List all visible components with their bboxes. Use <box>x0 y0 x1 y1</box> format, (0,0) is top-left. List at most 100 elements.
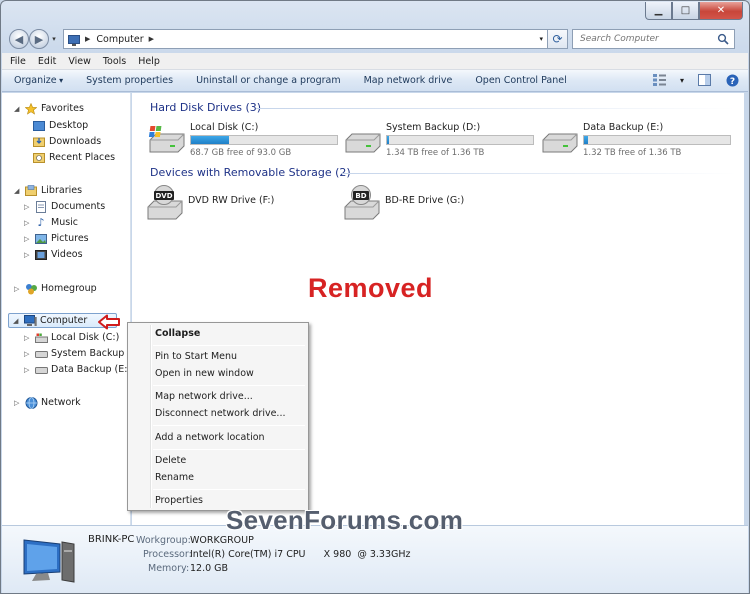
menu-view[interactable]: View <box>68 56 91 67</box>
bluray-drive-icon: BD <box>344 185 380 220</box>
tree-item-data-backup[interactable]: ▷ Data Backup (E:) <box>24 362 131 377</box>
computer-icon <box>23 539 75 583</box>
uninstall-program-button[interactable]: Uninstall or change a program <box>196 75 341 86</box>
libraries-icon <box>24 185 38 197</box>
tree-item-label: Documents <box>51 201 106 212</box>
tree-item-label: Network <box>41 397 81 408</box>
change-view-button[interactable] <box>652 73 668 87</box>
ctx-add-network-location[interactable]: Add a network location <box>155 432 265 443</box>
drive-data-backup[interactable]: Data Backup (E:) 1.32 TB free of 1.36 TB <box>541 122 731 158</box>
command-bar: Organize System properties Uninstall or … <box>2 70 748 92</box>
collapsed-arrow-icon[interactable]: ▷ <box>14 399 22 407</box>
drive-free-space: 1.32 TB free of 1.36 TB <box>583 148 682 158</box>
collapsed-arrow-icon[interactable]: ▷ <box>24 251 32 259</box>
tree-item-local-disk[interactable]: ▷ Local Disk (C:) <box>24 330 119 345</box>
explorer-window: ▁ □ ✕ ◀ ▶ ▾ ▶ Computer ▶ ▾ ⟳ File Edit V… <box>0 0 750 594</box>
address-bar[interactable]: ▶ Computer ▶ ▾ <box>63 29 548 49</box>
minimize-button[interactable]: ▁ <box>645 2 672 20</box>
open-control-panel-button[interactable]: Open Control Panel <box>475 75 566 86</box>
breadcrumb-computer[interactable]: Computer <box>96 34 143 45</box>
menu-help[interactable]: Help <box>138 56 160 67</box>
collapsed-arrow-icon[interactable]: ▷ <box>24 366 32 374</box>
search-input[interactable] <box>578 33 718 45</box>
tree-item-label: Pictures <box>51 233 89 244</box>
view-dropdown-icon[interactable]: ▾ <box>680 76 684 85</box>
svg-text:?: ? <box>729 76 734 86</box>
system-properties-button[interactable]: System properties <box>86 75 173 86</box>
menu-separator <box>153 385 305 386</box>
computer-name: BRINK-PC <box>88 534 135 545</box>
hard-disk-drives-header[interactable]: Hard Disk Drives (3) <box>150 101 261 114</box>
menu-tools[interactable]: Tools <box>103 56 126 67</box>
breadcrumb-chevron-icon[interactable]: ▶ <box>85 35 90 43</box>
ctx-open-new-window[interactable]: Open in new window <box>155 368 254 379</box>
expanded-arrow-icon[interactable]: ◢ <box>14 105 22 113</box>
ctx-map-network-drive[interactable]: Map network drive... <box>155 391 253 402</box>
tree-item-homegroup[interactable]: ▷ Homegroup <box>14 281 97 296</box>
network-icon <box>24 396 38 409</box>
tree-item-videos[interactable]: ▷ Videos <box>24 247 83 262</box>
organize-button[interactable]: Organize <box>14 75 63 86</box>
drive-dvd-rw[interactable]: DVD DVD RW Drive (F:) <box>146 185 274 221</box>
hard-drive-icon <box>345 133 381 153</box>
collapsed-arrow-icon[interactable]: ▷ <box>24 219 32 227</box>
address-dropdown-icon[interactable]: ▾ <box>539 35 543 43</box>
collapsed-arrow-icon[interactable]: ▷ <box>24 235 32 243</box>
ctx-collapse[interactable]: Collapse <box>155 328 200 339</box>
search-icon[interactable] <box>717 33 729 45</box>
ctx-properties[interactable]: Properties <box>155 495 203 506</box>
expanded-arrow-icon[interactable]: ◢ <box>13 317 21 325</box>
expanded-arrow-icon[interactable]: ◢ <box>14 187 22 195</box>
tree-item-label: Music <box>51 217 79 228</box>
removable-storage-header[interactable]: Devices with Removable Storage (2) <box>150 166 351 179</box>
memory-value: 12.0 GB <box>190 563 229 574</box>
tree-item-desktop[interactable]: Desktop <box>32 118 88 133</box>
collapsed-arrow-icon[interactable]: ▷ <box>24 350 32 358</box>
collapsed-arrow-icon[interactable]: ▷ <box>24 203 32 211</box>
tree-item-libraries[interactable]: ◢ Libraries <box>14 183 82 198</box>
tree-item-music[interactable]: ▷ ♪ Music <box>24 215 78 230</box>
search-box[interactable] <box>572 29 735 49</box>
breadcrumb-chevron-icon[interactable]: ▶ <box>149 35 154 43</box>
refresh-button[interactable]: ⟳ <box>548 29 568 49</box>
bd-badge: BD <box>355 192 366 200</box>
help-button[interactable]: ? <box>724 73 740 87</box>
recent-places-icon <box>32 152 46 164</box>
ctx-pin-to-start[interactable]: Pin to Start Menu <box>155 351 237 362</box>
tree-item-label: Downloads <box>49 136 102 147</box>
tree-item-pictures[interactable]: ▷ Pictures <box>24 231 89 246</box>
recent-pages-dropdown[interactable]: ▾ <box>49 35 59 43</box>
back-button[interactable]: ◀ <box>9 29 29 49</box>
map-network-drive-button[interactable]: Map network drive <box>364 75 453 86</box>
drive-name: System Backup (D:) <box>386 122 481 133</box>
drive-local-disk[interactable]: Local Disk (C:) 68.7 GB free of 93.0 GB <box>148 122 338 158</box>
tree-item-documents[interactable]: ▷ Documents <box>24 199 105 214</box>
drive-usage-bar <box>190 135 338 145</box>
drive-name: Data Backup (E:) <box>583 122 664 133</box>
tree-item-recent-places[interactable]: Recent Places <box>32 150 115 165</box>
tree-item-network[interactable]: ▷ Network <box>14 395 81 410</box>
ctx-delete[interactable]: Delete <box>155 455 186 466</box>
menu-separator <box>153 425 305 426</box>
close-button[interactable]: ✕ <box>699 2 743 20</box>
drive-system-backup[interactable]: System Backup (D:) 1.34 TB free of 1.36 … <box>344 122 534 158</box>
forward-button[interactable]: ▶ <box>29 29 49 49</box>
preview-pane-icon <box>697 74 711 86</box>
menu-file[interactable]: File <box>10 56 26 67</box>
collapsed-arrow-icon[interactable]: ▷ <box>14 285 22 293</box>
ctx-disconnect-network-drive[interactable]: Disconnect network drive... <box>155 408 286 419</box>
drive-usage-bar <box>386 135 534 145</box>
preview-pane-button[interactable] <box>696 73 712 87</box>
ctx-rename[interactable]: Rename <box>155 472 194 483</box>
drive-free-space: 68.7 GB free of 93.0 GB <box>190 148 292 158</box>
drive-bd-re[interactable]: BD BD-RE Drive (G:) <box>343 185 464 221</box>
drive-name: Local Disk (C:) <box>190 122 259 133</box>
tree-item-downloads[interactable]: Downloads <box>32 134 101 149</box>
pictures-icon <box>34 233 48 245</box>
collapsed-arrow-icon[interactable]: ▷ <box>24 334 32 342</box>
tree-item-label: Videos <box>51 249 83 260</box>
menu-edit[interactable]: Edit <box>38 56 56 67</box>
group-divider <box>342 173 736 174</box>
maximize-button[interactable]: □ <box>672 2 699 20</box>
tree-item-favorites[interactable]: ◢ Favorites <box>14 101 84 116</box>
